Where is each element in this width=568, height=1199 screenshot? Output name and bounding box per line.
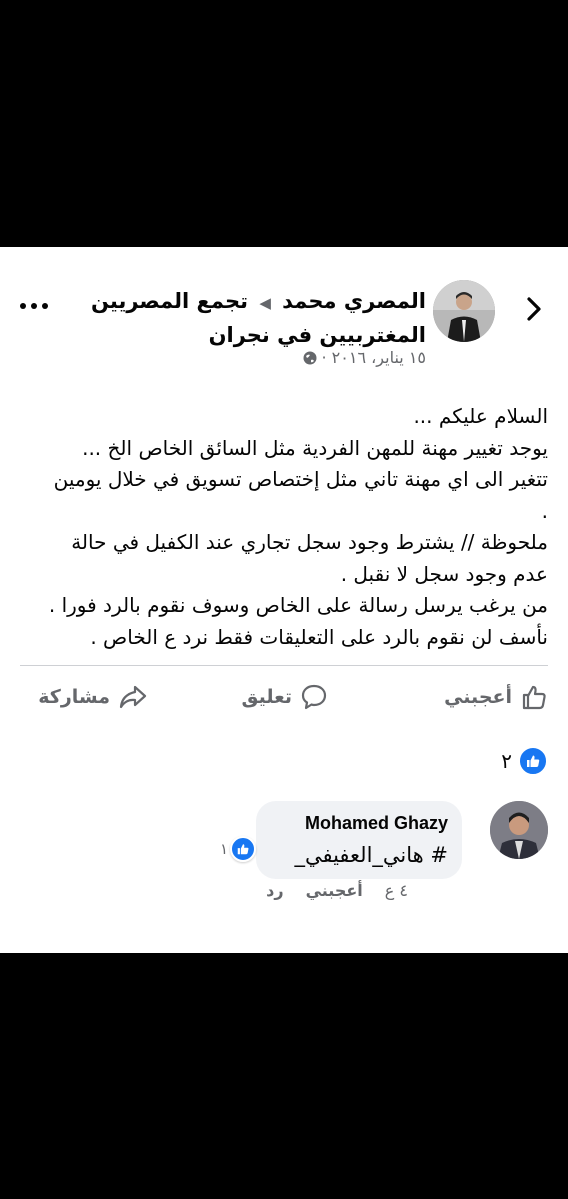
comment-icon xyxy=(301,684,327,710)
share-label: مشاركة xyxy=(38,686,110,708)
comment-text: # هاني_العفيفي_ xyxy=(294,843,448,867)
reaction-summary[interactable]: ٢ xyxy=(501,746,548,776)
like-button[interactable]: أعجبني xyxy=(444,683,548,711)
comment-reaction-count: ١ xyxy=(220,840,229,858)
post-header-title: المصري محمد ◀ تجمع المصريين المغتربيين ف… xyxy=(26,285,426,351)
post-body-text: السلام عليكم ... يوجد تغيير مهنة للمهن ا… xyxy=(48,404,548,649)
comment-reply-button[interactable]: رد xyxy=(266,881,283,900)
commenter-avatar[interactable] xyxy=(490,801,548,859)
comment-like-button[interactable]: أعجبني xyxy=(306,881,363,900)
post-card: المصري محمد ◀ تجمع المصريين المغتربيين ف… xyxy=(0,247,568,953)
comment-button[interactable]: تعليق xyxy=(242,683,329,711)
comment-actions: ٤ ع أعجبني رد xyxy=(266,881,408,900)
comment-reaction[interactable]: ١ xyxy=(220,836,257,862)
commenter-name[interactable]: Mohamed Ghazy xyxy=(305,813,448,834)
post-date[interactable]: ١٥ يناير، ٢٠١٦ · xyxy=(321,348,426,367)
author-avatar[interactable] xyxy=(433,280,495,342)
arrow-icon: ◀ xyxy=(259,294,271,312)
more-dot xyxy=(20,303,26,309)
comment-bubble[interactable]: Mohamed Ghazy # هاني_العفيفي_ xyxy=(256,801,462,879)
post-meta: ١٥ يناير، ٢٠١٦ · xyxy=(303,348,426,367)
like-icon xyxy=(522,685,546,710)
commenter-photo xyxy=(490,801,548,859)
comment-like-icon xyxy=(230,836,257,862)
globe-icon xyxy=(303,351,317,364)
like-reaction-icon xyxy=(518,746,548,776)
more-dot xyxy=(42,303,48,309)
share-icon xyxy=(119,685,147,709)
back-icon[interactable] xyxy=(522,295,546,323)
more-icon[interactable] xyxy=(20,303,48,309)
share-button[interactable]: مشاركة xyxy=(38,683,148,711)
like-label: أعجبني xyxy=(444,686,512,708)
author-name[interactable]: المصري محمد xyxy=(282,289,426,313)
divider xyxy=(20,665,548,666)
comment-label: تعليق xyxy=(241,686,293,708)
more-dot xyxy=(31,303,37,309)
reaction-count: ٢ xyxy=(501,749,512,773)
avatar-photo xyxy=(433,280,495,342)
comment-time: ٤ ع xyxy=(384,881,408,900)
